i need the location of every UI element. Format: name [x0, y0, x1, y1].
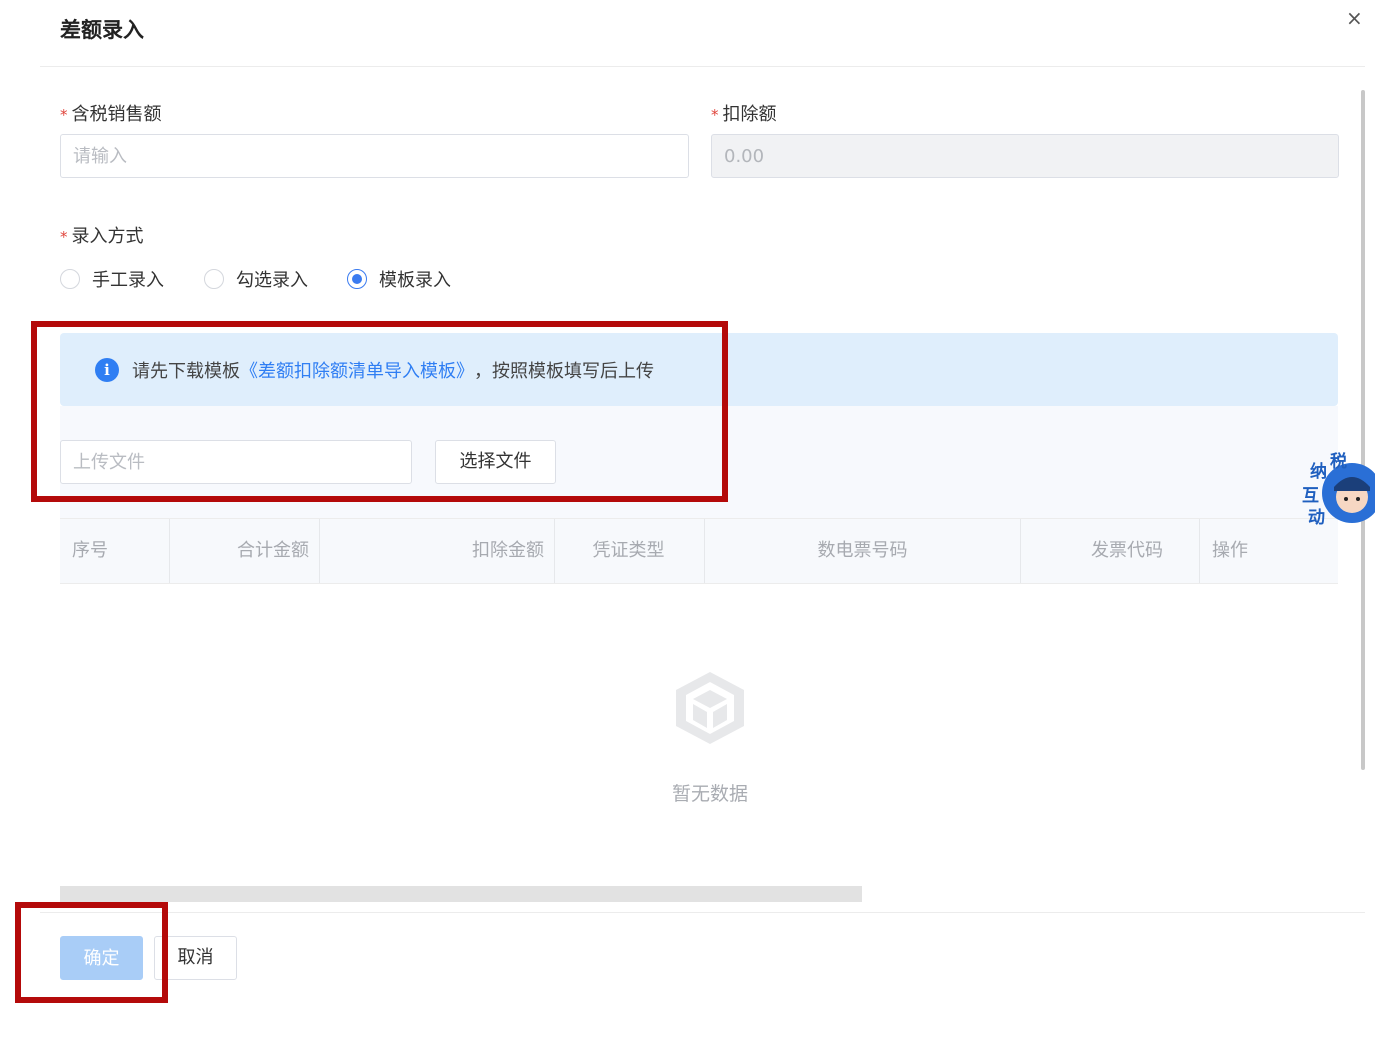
horizontal-scrollbar[interactable] — [60, 886, 862, 902]
required-mark: * — [711, 106, 719, 124]
mascot-char: 动 — [1308, 508, 1325, 528]
mascot-widget[interactable]: 纳 税 互 动 — [1300, 445, 1375, 535]
info-prefix: 请先下载模板 — [132, 360, 240, 382]
entry-mode-label: * 录入方式 — [60, 222, 144, 248]
radio-circle[interactable] — [60, 269, 80, 289]
close-icon[interactable]: × — [1346, 6, 1363, 30]
info-suffix: ，按照模板填写后上传 — [474, 360, 654, 382]
column-header: 扣除金额 — [320, 519, 555, 583]
sales-amount-label-text: 含税销售额 — [71, 104, 162, 125]
table-header: 序号 合计金额 扣除金额 凭证类型 数电票号码 发票代码 操作 — [60, 518, 1338, 584]
template-download-link[interactable]: 《差额扣除额清单导入模板》 — [240, 357, 474, 383]
column-header: 凭证类型 — [555, 519, 705, 583]
sales-amount-label: * 含税销售额 — [60, 100, 162, 126]
radio-circle[interactable] — [204, 269, 224, 289]
deduction-label: * 扣除额 — [711, 100, 777, 126]
empty-box-icon — [676, 672, 744, 744]
column-header: 数电票号码 — [705, 519, 1021, 583]
radio-label: 勾选录入 — [236, 270, 308, 291]
radio-circle-selected[interactable] — [347, 269, 367, 289]
entry-mode-label-text: 录入方式 — [71, 226, 144, 247]
sales-amount-input[interactable] — [60, 134, 689, 178]
info-icon: i — [95, 357, 119, 382]
vertical-scrollbar[interactable] — [1361, 90, 1365, 770]
radio-label: 模板录入 — [379, 270, 451, 291]
required-mark: * — [60, 228, 68, 246]
confirm-button[interactable]: 确定 — [60, 936, 143, 980]
dialog-title: 差额录入 — [60, 18, 144, 42]
footer-divider — [40, 912, 1365, 913]
radio-template[interactable]: 模板录入 — [347, 266, 451, 292]
upload-file-input[interactable] — [60, 440, 412, 484]
empty-text: 暂无数据 — [671, 783, 748, 805]
radio-manual[interactable]: 手工录入 — [60, 266, 164, 292]
mascot-char: 税 — [1330, 452, 1347, 472]
choose-file-button[interactable]: 选择文件 — [435, 440, 556, 484]
info-alert: i 请先下载模板 《差额扣除额清单导入模板》 ，按照模板填写后上传 — [60, 333, 1338, 406]
column-header: 序号 — [60, 519, 170, 583]
radio-label: 手工录入 — [92, 270, 164, 291]
mascot-char: 纳 — [1310, 462, 1327, 482]
cancel-button[interactable]: 取消 — [154, 936, 237, 980]
deduction-label-text: 扣除额 — [722, 104, 777, 125]
header-divider — [40, 66, 1365, 67]
column-header: 合计金额 — [170, 519, 320, 583]
radio-checkbox-select[interactable]: 勾选录入 — [204, 266, 308, 292]
deduction-input — [711, 134, 1339, 178]
required-mark: * — [60, 106, 68, 124]
column-header: 发票代码 — [1021, 519, 1200, 583]
